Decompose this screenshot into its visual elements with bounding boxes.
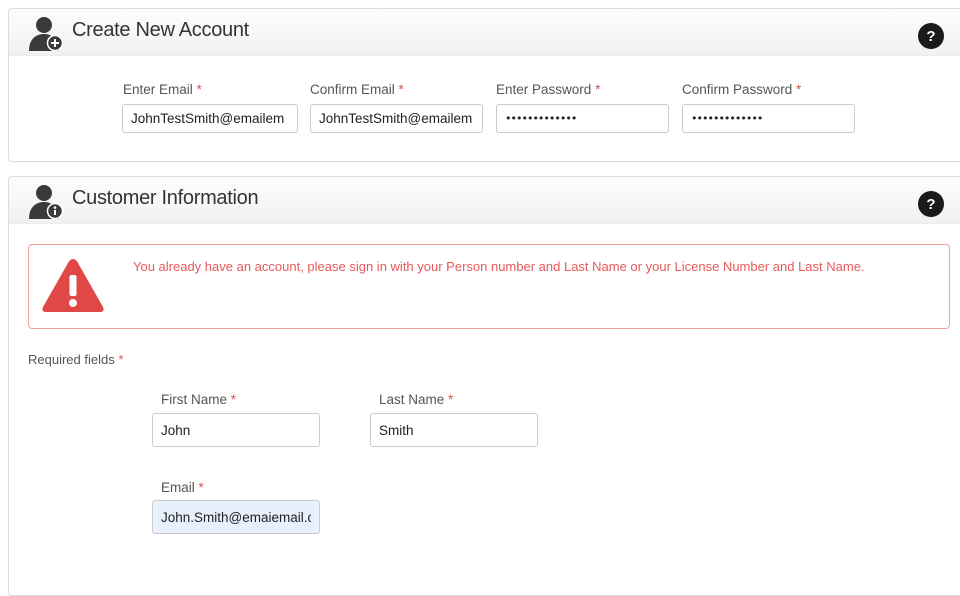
required-fields-note: Required fields * — [28, 352, 124, 367]
last-name-label: Last Name * — [379, 392, 454, 407]
first-name-label: First Name * — [161, 392, 237, 407]
help-circle-icon[interactable]: ? — [917, 190, 945, 218]
alert-message: You already have an account, please sign… — [133, 259, 865, 274]
enter-password-input[interactable] — [496, 104, 669, 133]
svg-text:?: ? — [926, 28, 935, 45]
confirm-email-label: Confirm Email * — [310, 82, 404, 97]
confirm-password-label: Confirm Password * — [682, 82, 802, 97]
first-name-input[interactable] — [152, 413, 320, 447]
user-add-icon — [29, 17, 64, 52]
enter-email-input[interactable] — [122, 104, 298, 133]
user-info-icon — [29, 185, 64, 220]
confirm-email-input[interactable] — [310, 104, 483, 133]
enter-email-label: Enter Email * — [123, 82, 202, 97]
create-account-title: Create New Account — [72, 19, 249, 41]
enter-password-label: Enter Password * — [496, 82, 601, 97]
svg-text:?: ? — [926, 196, 935, 213]
create-account-panel: Create New Account ? Enter Email * Confi… — [8, 8, 960, 162]
help-circle-icon[interactable]: ? — [917, 22, 945, 50]
email-label: Email * — [161, 480, 204, 495]
last-name-input[interactable] — [370, 413, 538, 447]
account-exists-alert: You already have an account, please sign… — [28, 244, 950, 329]
create-account-header: Create New Account ? — [9, 9, 960, 56]
customer-info-header: Customer Information ? — [9, 177, 960, 224]
confirm-password-input[interactable] — [682, 104, 855, 133]
customer-info-panel: Customer Information ? — [8, 176, 960, 596]
warning-triangle-icon — [42, 259, 104, 312]
email-input[interactable] — [152, 500, 320, 534]
customer-info-title: Customer Information — [72, 187, 259, 209]
